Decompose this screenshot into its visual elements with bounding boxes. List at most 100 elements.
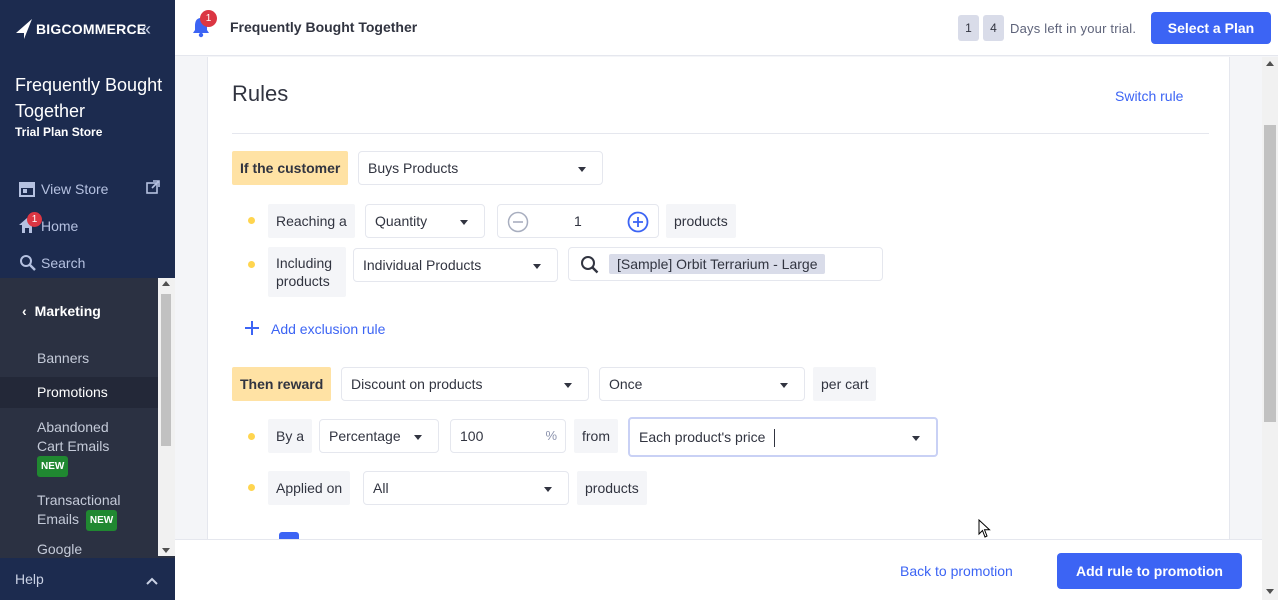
sidebar-item-banners[interactable]: Banners — [0, 342, 175, 375]
rules-card: Rules Switch rule If the customer Buys P… — [207, 57, 1230, 539]
sidebar: BIGCOMMERCE « Frequently Bought Together… — [0, 0, 175, 600]
trial-digit: 1 — [958, 15, 979, 41]
store-plan-label: Trial Plan Store — [15, 125, 103, 139]
products-label: products — [666, 204, 736, 238]
sidebar-item-label: Banners — [37, 350, 90, 366]
amount-value: 100 — [460, 428, 484, 444]
per-cart-label: per cart — [813, 367, 877, 401]
notification-badge: 1 — [200, 10, 217, 27]
submenu-title: Marketing — [34, 303, 101, 319]
from-select[interactable]: Each product's price — [628, 417, 938, 457]
percent-suffix: % — [545, 428, 557, 443]
discount-amount-input[interactable]: 100 % — [450, 419, 566, 453]
external-link-icon[interactable] — [146, 180, 160, 197]
applied-on-select[interactable]: All — [363, 471, 569, 505]
sidebar-item-google[interactable]: Google — [0, 531, 175, 559]
section-heading: Rules — [232, 81, 289, 106]
scrollbar-thumb[interactable] — [1264, 125, 1276, 422]
collapse-sidebar-icon[interactable]: « — [141, 20, 151, 38]
bigcommerce-logo[interactable]: BIGCOMMERCE — [14, 15, 146, 43]
select-value: Individual Products — [363, 257, 482, 273]
reward-select[interactable]: Discount on products — [341, 367, 589, 401]
new-badge: NEW — [37, 456, 69, 477]
including-select[interactable]: Individual Products — [353, 248, 558, 282]
bullet-icon — [248, 261, 255, 268]
including-label: Including products — [268, 247, 346, 297]
dropdown-caret-icon — [533, 264, 541, 269]
sidebar-item-abandoned-cart-emails[interactable]: Abandoned Cart Emails NEW — [0, 408, 120, 477]
sidebar-item-search[interactable]: Search — [0, 244, 175, 281]
search-icon — [17, 254, 37, 272]
back-to-promotion-link[interactable]: Back to promotion — [900, 563, 1013, 579]
quantity-value[interactable]: 1 — [574, 213, 582, 229]
new-badge: NEW — [85, 510, 118, 531]
then-reward-tag: Then reward — [232, 367, 332, 401]
from-label: from — [574, 419, 618, 453]
dropdown-caret-icon — [578, 167, 586, 172]
home-notification-badge: 1 — [27, 212, 42, 227]
applied-products-label: products — [577, 471, 647, 505]
sidebar-item-transactional-emails[interactable]: Transactional Emails NEW — [0, 477, 130, 531]
reaching-select[interactable]: Quantity — [365, 204, 485, 238]
bigcommerce-logo-mark-icon — [16, 19, 32, 39]
storefront-icon — [17, 180, 37, 198]
trial-text: Days left in your trial. — [1010, 20, 1137, 36]
help-button[interactable]: Help — [0, 558, 175, 600]
dropdown-caret-icon — [414, 435, 422, 440]
scroll-up-arrow-icon[interactable] — [162, 281, 170, 286]
help-label: Help — [15, 571, 44, 587]
applied-on-label: Applied on — [268, 471, 351, 505]
sidebar-nav: View Store 1 Home Search — [0, 170, 175, 281]
include-products-checkbox[interactable] — [279, 532, 299, 539]
sidebar-item-promotions[interactable]: Promotions — [0, 377, 175, 408]
select-value: All — [373, 480, 389, 496]
bullet-icon — [248, 484, 255, 491]
condition-select[interactable]: Buys Products — [358, 151, 603, 185]
text-cursor — [774, 429, 775, 447]
sidebar-scrollbar[interactable] — [158, 278, 175, 556]
sidebar-item-label: Search — [41, 254, 86, 271]
add-exclusion-rule-link[interactable]: Add exclusion rule — [271, 321, 385, 337]
scroll-down-arrow-icon[interactable] — [162, 548, 170, 553]
chevron-left-icon: ‹ — [22, 303, 27, 319]
sidebar-item-label: View Store — [41, 180, 109, 197]
plus-icon[interactable] — [244, 320, 260, 341]
submenu-back-marketing[interactable]: ‹ Marketing — [0, 278, 175, 344]
by-label: By a — [268, 419, 313, 453]
decrement-icon[interactable] — [507, 211, 529, 236]
mouse-cursor-icon — [978, 519, 991, 538]
add-rule-button[interactable]: Add rule to promotion — [1057, 553, 1242, 589]
scrollbar-thumb[interactable] — [161, 294, 171, 446]
select-value: Once — [609, 376, 643, 392]
product-search-field[interactable]: [Sample] Orbit Terrarium - Large — [568, 247, 883, 281]
sidebar-item-label: Abandoned Cart Emails — [37, 419, 110, 454]
dropdown-caret-icon — [460, 220, 468, 225]
switch-rule-link[interactable]: Switch rule — [1115, 88, 1183, 104]
marketing-submenu: ‹ Marketing Banners Promotions Abandoned… — [0, 278, 175, 560]
select-value: Percentage — [329, 428, 401, 444]
if-customer-tag: If the customer — [232, 151, 349, 185]
page-scrollbar[interactable] — [1262, 57, 1278, 600]
bullet-icon — [248, 217, 255, 224]
scroll-down-arrow-icon[interactable] — [1266, 589, 1274, 594]
search-icon — [580, 255, 599, 277]
footer-action-bar: Back to promotion Add rule to promotion — [175, 539, 1262, 600]
select-value: Buys Products — [368, 160, 459, 176]
app-title: Frequently Bought Together — [15, 75, 163, 121]
sidebar-item-view-store[interactable]: View Store — [0, 170, 175, 207]
scroll-up-arrow-icon[interactable] — [1266, 61, 1274, 66]
selected-product-chip[interactable]: [Sample] Orbit Terrarium - Large — [609, 254, 826, 274]
dropdown-caret-icon — [912, 436, 920, 441]
trial-digit: 4 — [983, 15, 1004, 41]
increment-icon[interactable] — [627, 211, 649, 236]
sidebar-item-home[interactable]: 1 Home — [0, 207, 175, 244]
select-value: Quantity — [375, 213, 428, 229]
dropdown-caret-icon — [780, 383, 788, 388]
by-select[interactable]: Percentage — [319, 419, 439, 453]
reaching-label: Reaching a — [268, 204, 355, 238]
select-plan-button[interactable]: Select a Plan — [1151, 12, 1271, 44]
select-value: Discount on products — [351, 376, 483, 392]
quantity-stepper[interactable]: 1 — [497, 204, 659, 238]
select-value: Each product's price — [639, 429, 766, 445]
frequency-select[interactable]: Once — [599, 367, 805, 401]
